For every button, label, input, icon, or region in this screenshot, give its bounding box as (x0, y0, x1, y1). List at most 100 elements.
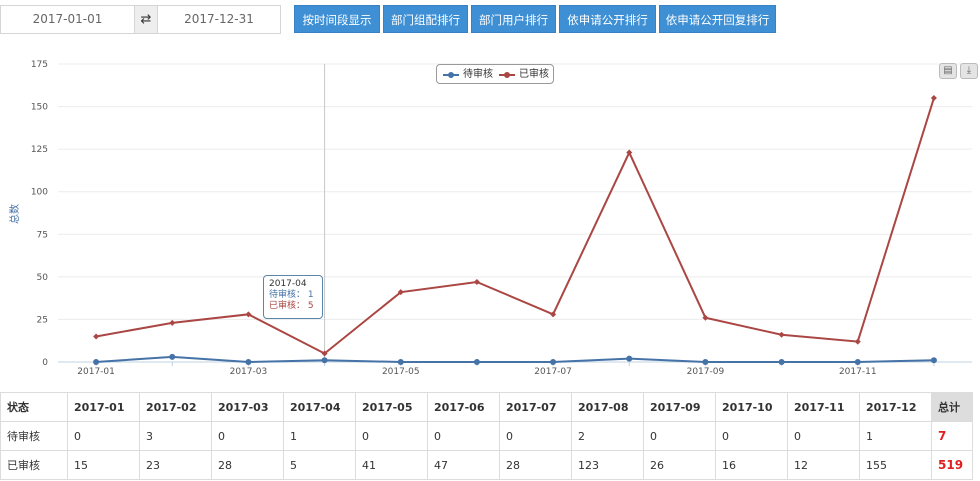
table-header-month: 2017-08 (571, 392, 644, 422)
table-header-month: 2017-09 (643, 392, 716, 422)
table-cell: 123 (571, 450, 644, 480)
table-cell: 23 (139, 450, 212, 480)
tooltip-pending: 待审核： 1 (269, 290, 314, 300)
data-point[interactable] (626, 355, 633, 362)
swap-dates-icon[interactable]: ⇄ (135, 5, 157, 34)
start-date-input[interactable]: 2017-01-01 (0, 5, 135, 34)
table-cell: 47 (427, 450, 500, 480)
table-cell: 0 (67, 421, 140, 451)
table-cell: 26 (643, 450, 716, 480)
table-cell: 16 (715, 450, 788, 480)
table-header-month: 2017-02 (139, 392, 212, 422)
table-cell: 3 (139, 421, 212, 451)
y-tick-label: 50 (37, 273, 49, 283)
table-total-cell: 519 (931, 450, 973, 480)
dept-user-ranking-button[interactable]: 部门用户排行 (471, 5, 556, 33)
data-point[interactable] (169, 353, 176, 360)
table-cell: 0 (211, 421, 284, 451)
data-point[interactable] (930, 357, 937, 364)
table-row-label: 待审核 (0, 421, 68, 451)
table-header-month: 2017-11 (787, 392, 860, 422)
table-cell: 0 (643, 421, 716, 451)
table-cell: 0 (787, 421, 860, 451)
table-cell: 0 (355, 421, 428, 451)
series-line-0 (96, 355, 934, 364)
table-cell: 15 (67, 450, 140, 480)
tooltip-month: 2017-04 (269, 279, 307, 289)
grid-lines (58, 63, 972, 363)
data-point[interactable] (93, 333, 100, 340)
data-point[interactable] (93, 359, 100, 365)
data-point[interactable] (778, 359, 785, 365)
y-tick-label: 75 (37, 230, 48, 240)
data-point[interactable] (245, 359, 252, 365)
series-line-1 (95, 97, 935, 355)
table-cell: 5 (283, 450, 356, 480)
data-point[interactable] (473, 359, 480, 365)
chart-legend: 待审核 已审核 (436, 64, 554, 84)
data-point[interactable] (778, 331, 785, 338)
data-point[interactable] (550, 359, 557, 365)
y-axis-ticks: 0 25 50 75 100 125 150 175 (31, 60, 48, 368)
data-point[interactable] (473, 278, 480, 285)
table-header-month: 2017-05 (355, 392, 428, 422)
tooltip-reviewed: 已审核： 5 (269, 301, 314, 311)
data-point[interactable] (626, 149, 633, 156)
x-tick-label: 2017-11 (839, 367, 877, 377)
table-header-month: 2017-10 (715, 392, 788, 422)
table-cell: 2 (571, 421, 644, 451)
table-header-month: 2017-04 (283, 392, 356, 422)
x-tick-label: 2017-01 (77, 367, 115, 377)
y-tick-label: 125 (31, 145, 48, 155)
request-disclosure-ranking-button[interactable]: 依申请公开排行 (559, 5, 656, 33)
table-cell: 41 (355, 450, 428, 480)
summary-table: 状态 2017-01 2017-02 2017-03 2017-04 2017-05 20… (0, 392, 973, 480)
data-point[interactable] (854, 338, 861, 345)
y-tick-label: 100 (31, 188, 48, 198)
dept-group-ranking-button[interactable]: 部门组配排行 (383, 5, 468, 33)
data-point[interactable] (550, 311, 557, 318)
data-point[interactable] (854, 359, 861, 365)
table-row-label: 已审核 (0, 450, 68, 480)
table-total-cell: 7 (931, 421, 973, 451)
x-tick-label: 2017-05 (382, 367, 420, 377)
data-point[interactable] (702, 359, 709, 365)
table-header-month: 2017-06 (427, 392, 500, 422)
show-by-period-button[interactable]: 按时间段显示 (294, 5, 380, 33)
x-tick-label: 2017-03 (230, 367, 268, 377)
table-cell: 28 (211, 450, 284, 480)
y-tick-label: 175 (31, 60, 48, 70)
table-header-status: 状态 (0, 392, 68, 422)
x-tick-label: 2017-07 (534, 367, 572, 377)
data-point[interactable] (321, 357, 328, 364)
table-cell: 155 (859, 450, 932, 480)
toolbar: 2017-01-01 ⇄ 2017-12-31 按时间段显示 部门组配排行 部门… (0, 0, 980, 40)
table-header-month: 2017-12 (859, 392, 932, 422)
table-cell: 12 (787, 450, 860, 480)
x-axis: 2017-01 2017-03 2017-05 2017-07 2017-09 2017-… (77, 362, 935, 377)
table-header-row: 状态 2017-01 2017-02 2017-03 2017-04 2017-05 20… (0, 392, 973, 422)
table-cell: 1 (283, 421, 356, 451)
table-header-month: 2017-03 (211, 392, 284, 422)
y-axis-label: 总数 (8, 204, 21, 224)
download-icon[interactable]: ⤓ (960, 63, 978, 79)
table-row: 已审核 15 23 28 5 41 47 28 123 26 16 12 155 519 (0, 450, 973, 480)
table-cell: 0 (715, 421, 788, 451)
table-header-total: 总计 (931, 392, 973, 422)
table-cell: 28 (499, 450, 572, 480)
table-row: 待审核 0 3 0 1 0 0 0 2 0 0 0 1 7 (0, 421, 973, 451)
y-tick-label: 0 (42, 358, 48, 368)
table-header-month: 2017-01 (67, 392, 140, 422)
chart-tooltip: 2017-04 待审核： 1 已审核： 5 (263, 275, 323, 319)
data-point[interactable] (397, 359, 404, 365)
table-cell: 1 (859, 421, 932, 451)
data-point[interactable] (930, 95, 937, 102)
data-point[interactable] (169, 319, 176, 326)
y-tick-label: 25 (37, 315, 48, 325)
end-date-input[interactable]: 2017-12-31 (157, 5, 281, 34)
legend-label-pending: 待审核 (463, 69, 493, 80)
table-header-month: 2017-07 (499, 392, 572, 422)
request-reply-ranking-button[interactable]: 依申请公开回复排行 (659, 5, 776, 33)
x-tick-label: 2017-09 (687, 367, 725, 377)
print-icon[interactable]: ▤ (939, 63, 957, 79)
